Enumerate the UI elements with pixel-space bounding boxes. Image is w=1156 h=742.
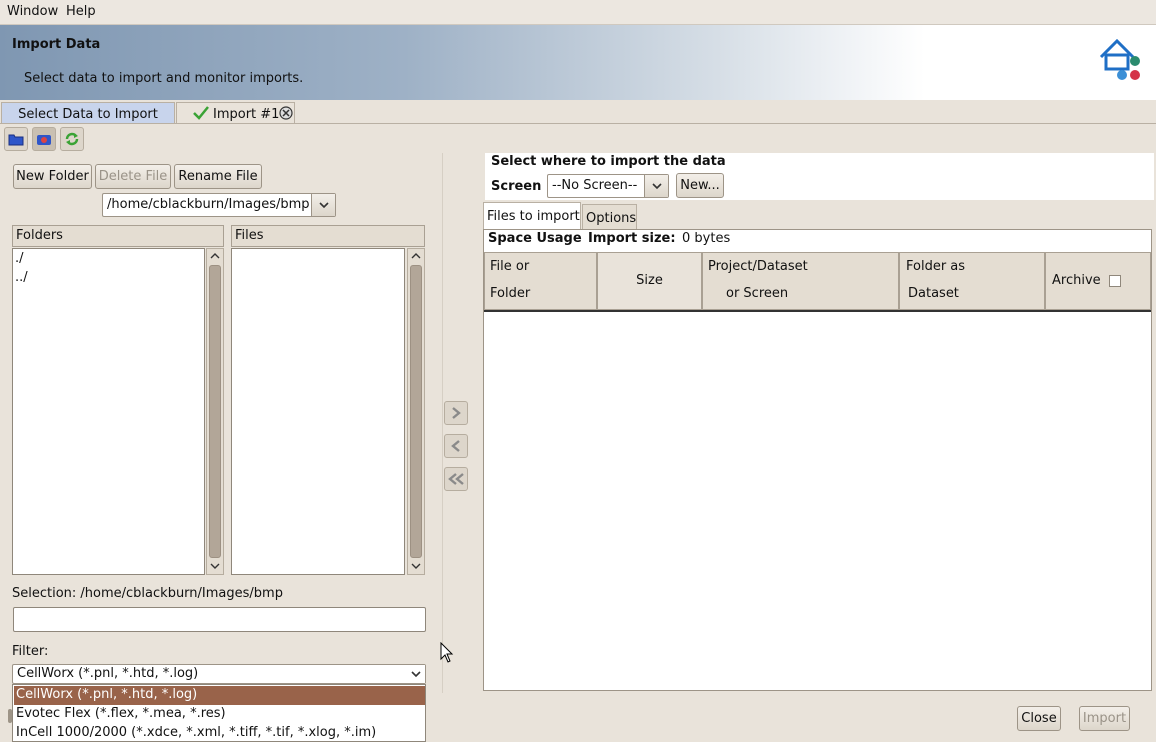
import-size-value: 0 bytes: [682, 231, 731, 246]
scroll-thumb[interactable]: [410, 265, 422, 558]
files-scrollbar[interactable]: [407, 248, 425, 575]
archive-checkbox[interactable]: [1108, 274, 1121, 287]
filter-option[interactable]: CellWorx (*.pnl, *.htd, *.log): [14, 686, 425, 705]
column-archive[interactable]: Archive: [1045, 252, 1151, 310]
import-location-panel: Select where to import the data Screen -…: [485, 153, 1154, 200]
filter-option[interactable]: InCell 1000/2000 (*.xdce, *.xml, *.tiff,…: [14, 724, 425, 742]
remove-button[interactable]: [444, 434, 468, 458]
new-folder-button[interactable]: New Folder: [13, 164, 92, 189]
banner-title: Import Data: [12, 37, 101, 52]
column-folder-as-dataset[interactable]: Folder as Dataset: [899, 252, 1045, 310]
rename-file-button[interactable]: Rename File: [174, 164, 262, 189]
splitter[interactable]: [442, 153, 443, 693]
tab-select-data[interactable]: Select Data to Import: [1, 102, 175, 124]
column-project-dataset[interactable]: Project/Dataset or Screen: [702, 252, 899, 310]
list-item[interactable]: ./: [15, 251, 24, 266]
menu-bar: Window Help: [0, 0, 1156, 25]
filter-option[interactable]: Evotec Flex (*.flex, *.mea, *.res): [14, 705, 425, 724]
camera-icon: [37, 135, 51, 145]
tab-options[interactable]: Options: [582, 204, 637, 229]
mouse-cursor-icon: [440, 641, 454, 668]
scroll-thumb[interactable]: [209, 265, 221, 558]
home-logo-icon: [1097, 37, 1145, 85]
column-file-or-folder[interactable]: File or Folder: [484, 252, 597, 310]
screen-select[interactable]: --No Screen--: [547, 174, 669, 198]
folders-list[interactable]: ./ ../: [12, 248, 205, 575]
open-folder-button[interactable]: [4, 127, 28, 151]
files-header: Files: [231, 225, 425, 247]
close-button[interactable]: Close: [1017, 706, 1061, 731]
path-combo[interactable]: /home/cblackburn/Images/bmp: [102, 193, 336, 217]
filter-label: Filter:: [12, 644, 49, 659]
screen-view-button[interactable]: [32, 127, 56, 151]
selection-input[interactable]: [13, 607, 426, 632]
folders-header: Folders: [12, 225, 224, 247]
chevron-up-icon[interactable]: [210, 252, 220, 260]
add-button[interactable]: [444, 401, 468, 425]
table-header-divider: [484, 310, 1151, 312]
filter-select[interactable]: CellWorx (*.pnl, *.htd, *.log): [12, 664, 426, 684]
menu-help[interactable]: Help: [66, 4, 96, 19]
selection-label: Selection: /home/cblackburn/Images/bmp: [12, 586, 283, 601]
filter-value: CellWorx (*.pnl, *.htd, *.log): [17, 666, 199, 681]
new-screen-button[interactable]: New...: [676, 173, 724, 198]
tab-files-to-import[interactable]: Files to import: [483, 202, 581, 229]
list-item[interactable]: ../: [15, 270, 28, 285]
tab-import-label: Import #1: [213, 107, 280, 122]
import-size-label: Import size:: [588, 231, 676, 246]
chevron-left-icon: [451, 440, 460, 452]
import-location-heading: Select where to import the data: [491, 154, 726, 169]
delete-file-button[interactable]: Delete File: [95, 164, 171, 189]
folder-icon: [8, 134, 24, 146]
left-edge-handle: [8, 709, 12, 723]
close-tab-icon[interactable]: [279, 106, 293, 124]
refresh-button[interactable]: [60, 127, 84, 151]
screen-value: --No Screen--: [552, 178, 638, 193]
screen-label: Screen: [491, 179, 542, 194]
filter-dropdown-list[interactable]: CellWorx (*.pnl, *.htd, *.log) Evotec Fl…: [12, 684, 426, 742]
main-tabs: Select Data to Import Import #1: [0, 100, 1156, 124]
chevron-down-icon[interactable]: [311, 194, 335, 216]
import-button[interactable]: Import: [1079, 706, 1130, 731]
header-banner: Import Data Select data to import and mo…: [0, 25, 1156, 100]
double-chevron-left-icon: [448, 473, 464, 485]
column-size[interactable]: Size: [597, 252, 702, 310]
banner-subtitle: Select data to import and monitor import…: [24, 71, 304, 86]
folders-scrollbar[interactable]: [206, 248, 224, 575]
tab-import-1[interactable]: Import #1: [176, 102, 295, 124]
tab-divider: [0, 123, 1156, 124]
refresh-icon: [65, 132, 79, 146]
chevron-down-icon[interactable]: [644, 175, 668, 197]
files-list[interactable]: [231, 248, 405, 575]
checkmark-icon: [193, 106, 209, 124]
chevron-up-icon[interactable]: [411, 252, 421, 260]
chevron-right-icon: [452, 407, 461, 419]
path-value: /home/cblackburn/Images/bmp: [107, 197, 310, 212]
files-table: Space Usage Import size: 0 bytes File or…: [483, 229, 1152, 691]
menu-window[interactable]: Window: [7, 4, 58, 19]
chevron-down-icon[interactable]: [411, 562, 421, 570]
remove-all-button[interactable]: [444, 467, 468, 491]
chevron-down-icon[interactable]: [210, 562, 220, 570]
chevron-down-icon[interactable]: [407, 665, 425, 683]
space-usage-label: Space Usage: [488, 231, 582, 246]
